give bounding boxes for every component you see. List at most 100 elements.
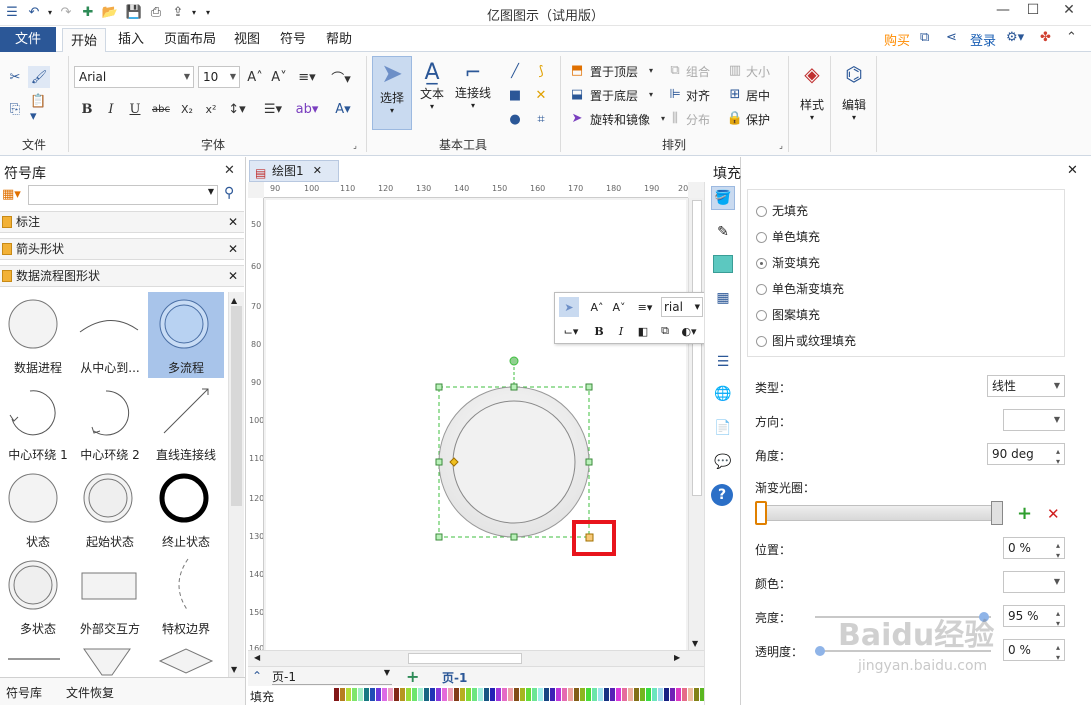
- protect-button[interactable]: 保护: [746, 111, 770, 128]
- color-swatch[interactable]: [688, 688, 693, 701]
- distribute-button[interactable]: 分布: [686, 111, 710, 128]
- text-path-icon[interactable]: ⌒▾: [330, 66, 352, 88]
- decrease-font-icon[interactable]: A˅: [268, 66, 290, 88]
- position-spinner[interactable]: 0 % ▴ ▾: [1003, 537, 1065, 560]
- cross-point-icon[interactable]: ✕: [530, 84, 552, 106]
- style-button[interactable]: ◈ 样式 ▾: [792, 56, 832, 130]
- color-swatch[interactable]: [598, 688, 603, 701]
- font-color-icon[interactable]: A▾: [332, 98, 354, 120]
- login-link[interactable]: 登录: [970, 30, 996, 49]
- paste-icon[interactable]: 📋▾: [30, 94, 52, 124]
- color-swatch[interactable]: [418, 688, 423, 701]
- color-swatch[interactable]: [556, 688, 561, 701]
- color-swatch[interactable]: [544, 688, 549, 701]
- color-swatch[interactable]: [340, 688, 345, 701]
- font-name-combo[interactable]: Arial ▼: [74, 66, 194, 88]
- color-swatch[interactable]: [412, 688, 417, 701]
- hyperlink-panel-icon[interactable]: 🌐: [711, 382, 735, 406]
- chevron-down-icon[interactable]: ▾: [640, 83, 662, 105]
- group-icon[interactable]: ⧉: [664, 59, 686, 81]
- symbol-state[interactable]: 状态: [0, 466, 76, 552]
- close-tab-icon[interactable]: ✕: [313, 161, 322, 181]
- canvas-vscroll[interactable]: ▼: [688, 198, 704, 650]
- screen-icon[interactable]: ⧉: [920, 30, 929, 45]
- size-button[interactable]: 大小: [746, 63, 770, 80]
- strikethrough-icon[interactable]: abc: [150, 98, 172, 120]
- color-swatch[interactable]: [658, 688, 663, 701]
- line-color-icon[interactable]: ◐▾: [679, 321, 699, 341]
- color-swatch[interactable]: [568, 688, 573, 701]
- minimize-icon[interactable]: —: [988, 2, 1018, 22]
- angle-spinner[interactable]: 90 deg ▴ ▾: [987, 443, 1065, 466]
- scroll-thumb[interactable]: [231, 306, 242, 506]
- lock-icon[interactable]: 🔒: [724, 107, 746, 129]
- gradient-bar[interactable]: [755, 505, 1003, 521]
- category-dataflow[interactable]: 数据流程图形状 ✕: [0, 265, 244, 287]
- italic-icon[interactable]: I: [611, 321, 631, 341]
- option-no-fill[interactable]: 无填充: [756, 202, 808, 219]
- bring-top-icon[interactable]: ⬒: [566, 59, 588, 81]
- close-category-icon[interactable]: ✕: [228, 266, 238, 286]
- category-arrows[interactable]: 箭头形状 ✕: [0, 238, 244, 260]
- line-spacing-icon[interactable]: ↕▾: [226, 98, 248, 120]
- color-swatch[interactable]: [628, 688, 633, 701]
- close-category-icon[interactable]: ✕: [228, 212, 238, 232]
- gradient-stop-start[interactable]: [755, 501, 767, 525]
- chevron-down-icon[interactable]: ▾: [640, 59, 662, 81]
- bold-icon[interactable]: B: [76, 98, 98, 120]
- tab-file[interactable]: 文件: [0, 27, 56, 52]
- cut-icon[interactable]: ✂: [4, 66, 26, 88]
- color-swatch[interactable]: [478, 688, 483, 701]
- color-swatch[interactable]: [616, 688, 621, 701]
- color-swatch[interactable]: [394, 688, 399, 701]
- option-pattern-fill[interactable]: 图案填充: [756, 306, 820, 323]
- send-bottom-icon[interactable]: ⬓: [566, 83, 588, 105]
- tab-file-recovery[interactable]: 文件恢复: [66, 684, 114, 701]
- color-swatch[interactable]: [514, 688, 519, 701]
- canvas-hscroll[interactable]: ◀ ▶: [248, 650, 704, 666]
- color-select[interactable]: ▼: [1003, 571, 1065, 593]
- format-painter-icon[interactable]: 🖌: [28, 66, 50, 88]
- color-swatch[interactable]: [508, 688, 513, 701]
- help-icon[interactable]: ?: [711, 484, 733, 506]
- copy-style-icon[interactable]: ⧉: [655, 321, 675, 341]
- scroll-thumb[interactable]: [692, 200, 702, 496]
- copy-icon[interactable]: ⎘: [4, 98, 26, 120]
- increase-font-icon[interactable]: A˄: [244, 66, 266, 88]
- tab-view[interactable]: 视图: [228, 27, 266, 52]
- color-swatch[interactable]: [472, 688, 477, 701]
- maximize-icon[interactable]: ☐: [1018, 2, 1048, 22]
- color-swatch[interactable]: [502, 688, 507, 701]
- scroll-thumb[interactable]: [408, 653, 522, 664]
- color-swatch[interactable]: [562, 688, 567, 701]
- arc-tool-icon[interactable]: ⟆: [530, 60, 552, 82]
- edit-button[interactable]: ⌬ 编辑 ▾: [834, 56, 874, 130]
- superscript-icon[interactable]: x²: [200, 98, 222, 120]
- rotate-mirror-button[interactable]: 旋转和镜像: [590, 111, 650, 128]
- color-swatch[interactable]: [646, 688, 651, 701]
- size-icon[interactable]: ▥: [724, 59, 746, 81]
- rectangle-tool-icon[interactable]: ■: [504, 84, 526, 106]
- color-swatch[interactable]: [490, 688, 495, 701]
- color-swatch[interactable]: [358, 688, 363, 701]
- color-swatch[interactable]: [580, 688, 585, 701]
- distribute-icon[interactable]: ⫼: [664, 107, 686, 129]
- type-select[interactable]: 线性 ▼: [987, 375, 1065, 397]
- shadow-panel-icon[interactable]: [711, 252, 735, 276]
- add-page-icon[interactable]: +: [406, 667, 419, 686]
- connector-button[interactable]: ⌐ 连接线 ▾: [452, 56, 494, 130]
- color-swatch[interactable]: [634, 688, 639, 701]
- page-combo[interactable]: 页-1 ▼: [272, 668, 392, 685]
- color-swatch[interactable]: [388, 688, 393, 701]
- color-swatch[interactable]: [496, 688, 501, 701]
- color-swatch[interactable]: [466, 688, 471, 701]
- symbol-privilege-boundary[interactable]: 特权边界: [148, 553, 224, 639]
- ellipse-tool-icon[interactable]: ●: [504, 108, 526, 130]
- symbol-center-to[interactable]: 从中心到...: [72, 292, 148, 378]
- share-icon[interactable]: ⋖: [946, 30, 957, 45]
- color-swatch[interactable]: [550, 688, 555, 701]
- highlight-icon[interactable]: ab▾: [296, 98, 319, 120]
- color-swatch[interactable]: [604, 688, 609, 701]
- direction-select[interactable]: ▼: [1003, 409, 1065, 431]
- rotate-icon[interactable]: ➤: [566, 107, 588, 129]
